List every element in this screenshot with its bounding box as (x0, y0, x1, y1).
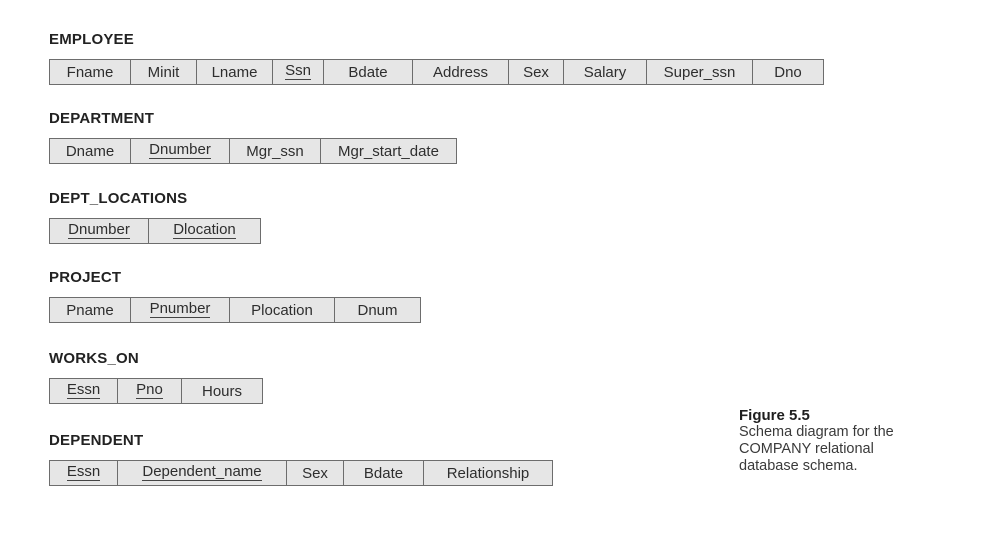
attribute-label: Dno (774, 63, 802, 81)
attribute-row: Fname Minit Lname Ssn Bdate Address Sex … (49, 59, 824, 85)
attribute-label: Plocation (251, 301, 313, 319)
caption-line: COMPANY relational (739, 441, 874, 457)
caption-line: database schema. (739, 458, 858, 474)
primary-key-label: Pnumber (149, 299, 211, 318)
relation-title: DEPARTMENT (49, 110, 155, 127)
attribute-cell: Lname (197, 60, 273, 84)
attribute-cell: Bdate (344, 461, 424, 485)
relation-title: DEPT_LOCATIONS (49, 190, 188, 207)
relation-title: PROJECT (49, 269, 122, 286)
attribute-label: Sex (523, 63, 549, 81)
primary-key-label: Dnumber (68, 220, 130, 239)
attribute-cell: Mgr_start_date (321, 139, 456, 163)
attribute-label: Bdate (363, 464, 404, 482)
attribute-cell: Bdate (324, 60, 413, 84)
attribute-cell: Dname (50, 139, 131, 163)
relation-title: DEPENDENT (49, 432, 144, 449)
attribute-cell: Hours (182, 379, 262, 403)
attribute-label: Lname (211, 63, 258, 81)
primary-key-label: Ssn (285, 61, 311, 80)
attribute-cell: Mgr_ssn (230, 139, 321, 163)
attribute-label: Relationship (446, 464, 530, 482)
attribute-cell-key: Dlocation (149, 219, 260, 243)
attribute-row: Pname Pnumber Plocation Dnum (49, 297, 421, 323)
attribute-cell-key: Essn (50, 461, 118, 485)
attribute-label: Fname (66, 63, 114, 81)
primary-key-label: Pno (136, 380, 163, 399)
attribute-row: Dname Dnumber Mgr_ssn Mgr_start_date (49, 138, 457, 164)
caption-line: Schema diagram for the (739, 424, 894, 440)
attribute-label: Bdate (348, 63, 388, 81)
attribute-cell: Address (413, 60, 509, 84)
attribute-label: Hours (201, 382, 242, 400)
primary-key-label: Dnumber (149, 140, 211, 159)
primary-key-label: Essn (66, 380, 101, 399)
attribute-cell: Fname (50, 60, 131, 84)
attribute-cell: Relationship (424, 461, 552, 485)
attribute-cell-key: Dnumber (131, 139, 230, 163)
attribute-cell-key: Essn (50, 379, 118, 403)
attribute-label: Dname (65, 142, 115, 160)
attribute-cell: Pname (50, 298, 131, 322)
attribute-label: Mgr_start_date (338, 142, 439, 160)
attribute-cell-key: Pnumber (131, 298, 230, 322)
attribute-cell: Minit (131, 60, 197, 84)
attribute-label: Minit (147, 63, 180, 81)
attribute-cell-key: Dependent_name (118, 461, 287, 485)
attribute-label: Sex (302, 464, 328, 482)
relation-title: WORKS_ON (49, 350, 139, 367)
attribute-cell: Sex (287, 461, 344, 485)
figure-caption: Figure 5.5 Schema diagram for the COMPAN… (739, 407, 894, 475)
attribute-label: Salary (583, 63, 627, 81)
attribute-label: Address (432, 63, 489, 81)
attribute-cell: Salary (564, 60, 647, 84)
attribute-cell: Dno (753, 60, 823, 84)
attribute-cell-key: Dnumber (50, 219, 149, 243)
attribute-label: Super_ssn (663, 63, 736, 81)
attribute-cell-key: Ssn (273, 60, 324, 84)
attribute-cell: Super_ssn (647, 60, 753, 84)
primary-key-label: Dependent_name (142, 462, 262, 481)
attribute-row: Essn Dependent_name Sex Bdate Relationsh… (49, 460, 553, 486)
primary-key-label: Essn (66, 462, 101, 481)
figure-label: Figure 5.5 (739, 407, 810, 424)
attribute-label: Pname (66, 301, 114, 319)
attribute-cell: Plocation (230, 298, 335, 322)
attribute-label: Dnum (357, 301, 398, 319)
attribute-cell: Sex (509, 60, 564, 84)
attribute-row: Dnumber Dlocation (49, 218, 261, 244)
primary-key-label: Dlocation (173, 220, 236, 239)
attribute-cell-key: Pno (118, 379, 182, 403)
attribute-cell: Dnum (335, 298, 420, 322)
relation-title: EMPLOYEE (49, 31, 134, 48)
attribute-label: Mgr_ssn (246, 142, 304, 160)
attribute-row: Essn Pno Hours (49, 378, 263, 404)
